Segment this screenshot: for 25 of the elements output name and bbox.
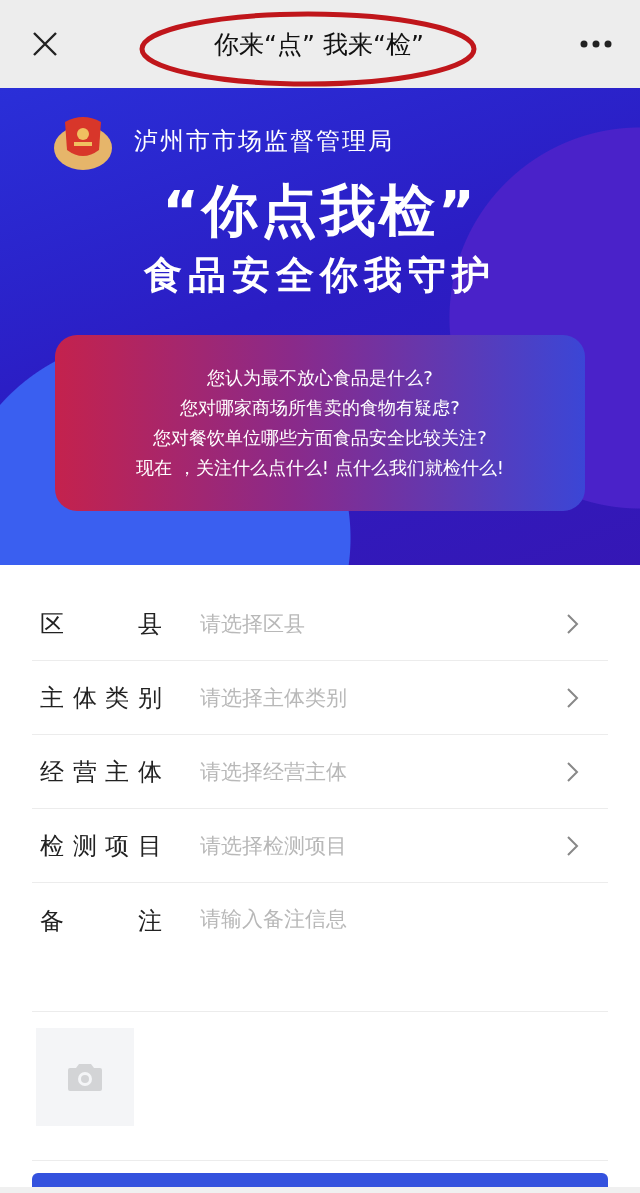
agency-name: 泸州市市场监督管理局 — [134, 126, 394, 157]
more-icon[interactable] — [580, 40, 612, 48]
card-text: 现在 ，关注什么点什么! 点什么我们就检什么! — [136, 456, 504, 480]
headline: “你点我检” — [162, 177, 478, 245]
field-label: 主体类别 — [40, 682, 162, 714]
field-label: 经营主体 — [40, 756, 162, 788]
chevron-right-icon — [566, 686, 580, 709]
card-text: 您认为最不放心食品是什么? — [207, 366, 433, 390]
camera-icon — [67, 1062, 103, 1092]
chevron-right-icon — [566, 834, 580, 857]
chevron-right-icon — [566, 612, 580, 635]
slogan: 食品安全你我守护 — [144, 252, 496, 299]
page-title: 你来“点” 我来“检” — [214, 28, 424, 61]
field-label: 备注 — [40, 906, 162, 937]
card-text: 您对餐饮单位哪些方面食品安全比较关注? — [153, 426, 487, 450]
card-text: 您对哪家商场所售卖的食物有疑虑? — [180, 396, 460, 420]
select-field[interactable]: 请选择检测项目 — [200, 833, 566, 858]
remarks-field[interactable]: 请输入备注信息 — [200, 905, 608, 975]
close-icon[interactable] — [32, 31, 58, 57]
chevron-right-icon — [566, 760, 580, 783]
field-label: 区县 — [40, 608, 162, 640]
select-field[interactable]: 请选择经营主体 — [200, 759, 566, 784]
select-field[interactable]: 请选择区县 — [200, 611, 566, 636]
select-field[interactable]: 请选择主体类别 — [200, 685, 566, 710]
field-label: 检测项目 — [40, 830, 162, 862]
